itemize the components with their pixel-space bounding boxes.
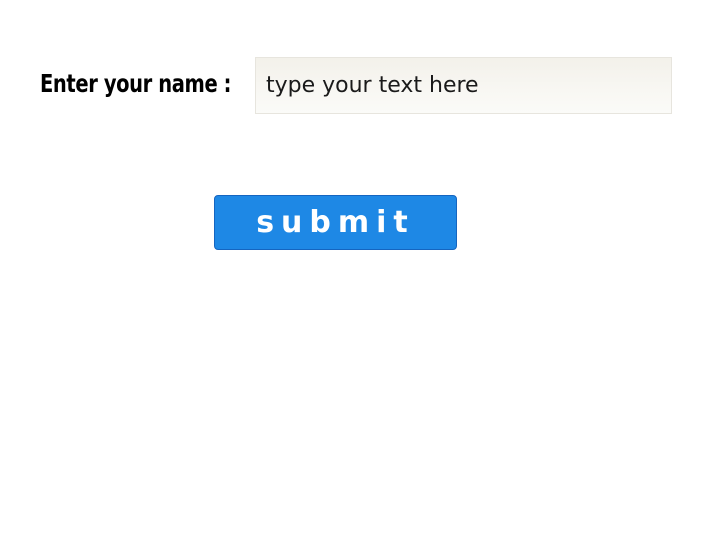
- submit-button[interactable]: submit: [214, 195, 457, 250]
- page: Enter your name : submit: [0, 0, 720, 540]
- name-input[interactable]: [255, 57, 672, 114]
- name-label: Enter your name :: [40, 69, 232, 98]
